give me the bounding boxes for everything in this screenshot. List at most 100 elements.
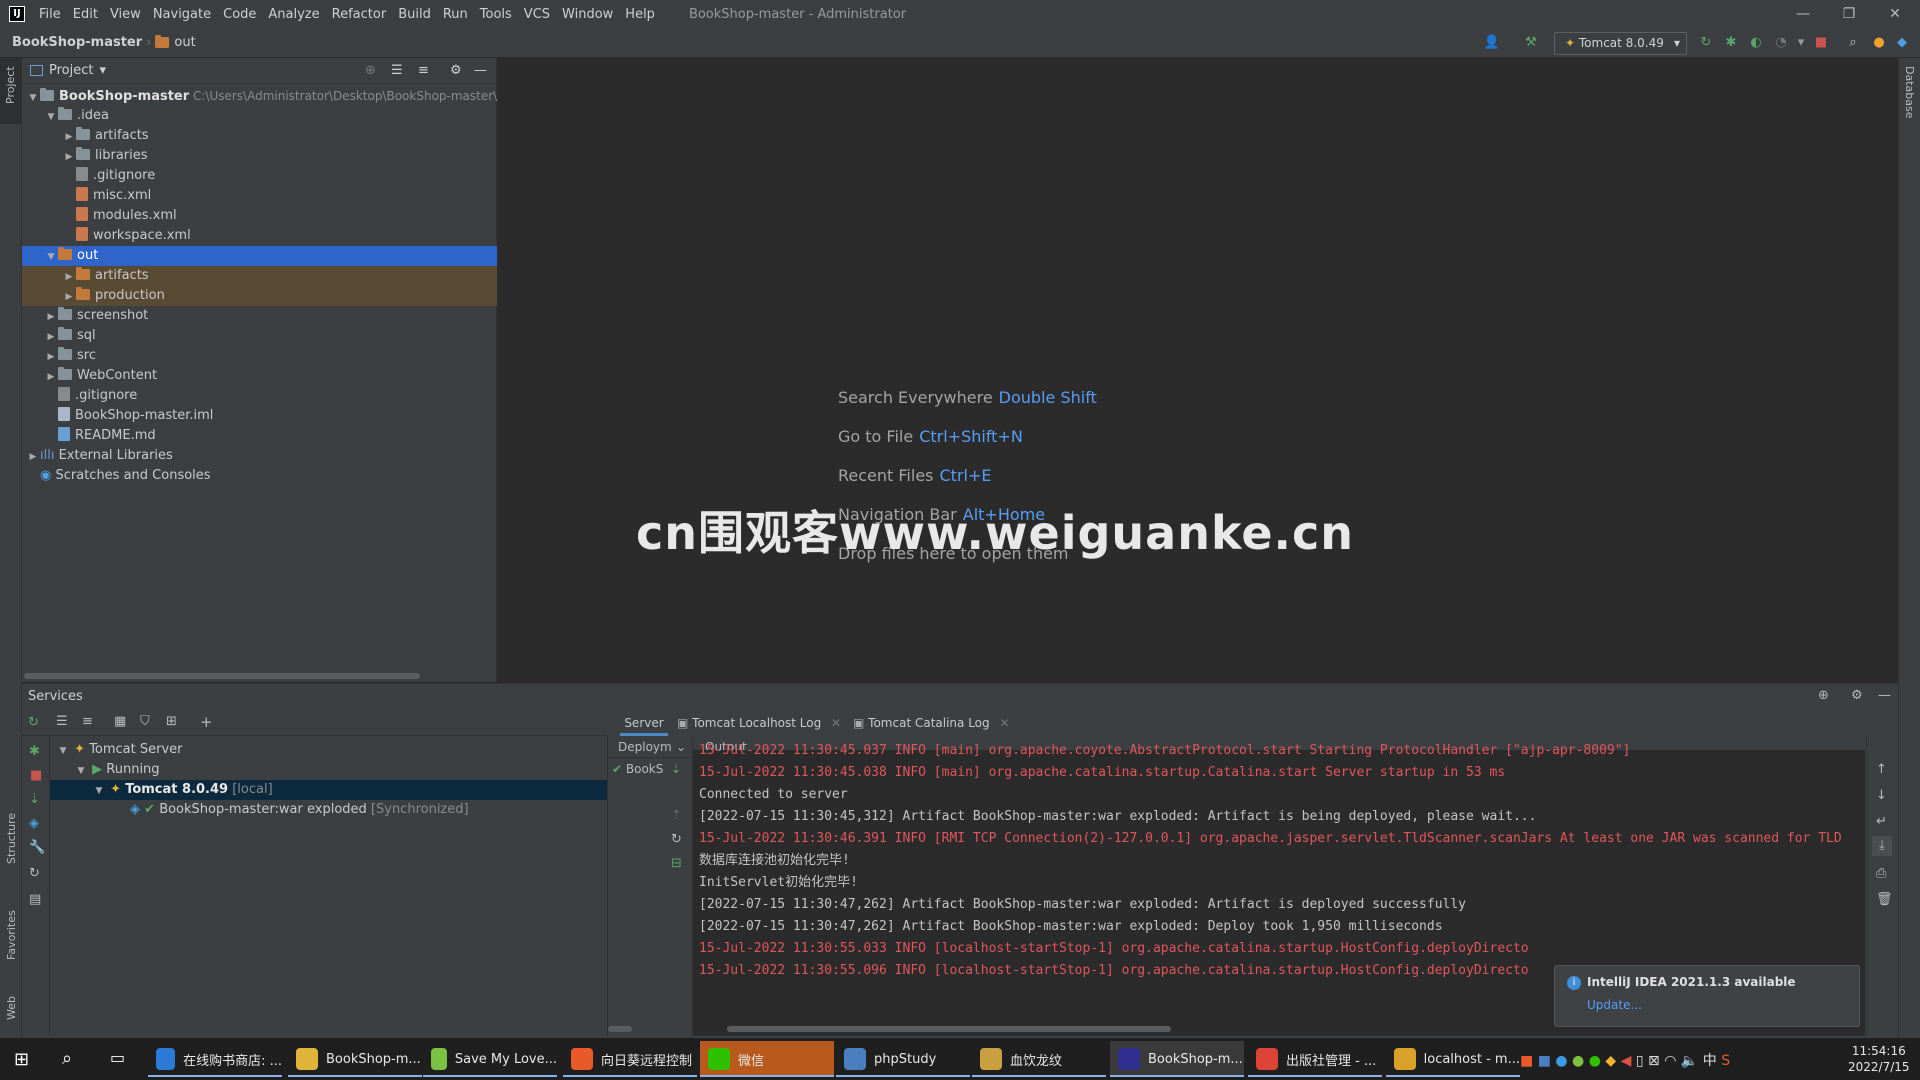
tree-item-tomcat-server[interactable]: ▼ ✦ Tomcat Server <box>50 740 607 760</box>
run-configuration-select[interactable]: ✦ Tomcat 8.0.49 ▾ <box>1554 32 1687 55</box>
tab-localhost-log[interactable]: ▣ Tomcat Localhost Log ✕ <box>677 710 841 736</box>
taskbar-app-button[interactable]: BookShop-m... <box>1110 1041 1244 1077</box>
hide-panel-icon[interactable]: — <box>1878 688 1891 703</box>
chevron-right-icon[interactable]: ▶ <box>26 447 40 467</box>
menu-navigate[interactable]: Navigate <box>147 7 217 22</box>
update-app-icon[interactable]: ⊟ <box>671 856 682 871</box>
breadcrumb-project[interactable]: BookShop-master <box>12 35 142 50</box>
chevron-down-icon[interactable]: ▼ <box>26 88 40 108</box>
project-tree-item[interactable]: .gitignore <box>22 166 497 186</box>
rerun-icon[interactable]: ↻ <box>28 715 39 730</box>
tab-catalina-log[interactable]: ▣ Tomcat Catalina Log ✕ <box>853 710 1010 736</box>
menu-build[interactable]: Build <box>392 7 437 22</box>
project-tree-item[interactable]: ▶ src <box>22 346 497 366</box>
taskbar-app-button[interactable]: Save My Love... <box>423 1041 557 1077</box>
menu-analyze[interactable]: Analyze <box>262 7 325 22</box>
expand-all-icon[interactable]: ☰ <box>391 63 403 78</box>
tray-app-icon[interactable]: ◀ <box>1621 1053 1632 1069</box>
horizontal-scrollbar[interactable] <box>727 1026 1171 1032</box>
taskbar-app-button[interactable]: 出版社管理 - ... <box>1248 1041 1382 1077</box>
tray-app-icon[interactable]: ⊠ <box>1648 1053 1660 1069</box>
project-tree-item[interactable]: ▼ .idea <box>22 106 497 126</box>
chevron-right-icon[interactable]: ▶ <box>44 307 58 327</box>
minimize-icon[interactable]: — <box>1780 0 1826 28</box>
menu-help[interactable]: Help <box>619 7 661 22</box>
user-icon[interactable]: 👤 <box>1483 34 1501 52</box>
database-tool-button[interactable]: Database <box>1903 66 1916 119</box>
breadcrumb-folder[interactable]: out <box>174 35 195 50</box>
search-icon[interactable]: ⌕ <box>1844 34 1862 52</box>
windows-start-icon[interactable]: ⊞ <box>14 1049 29 1070</box>
tray-shield-icon[interactable]: ◆ <box>1605 1053 1616 1069</box>
update-icon[interactable]: ● <box>1870 34 1888 52</box>
taskbar-app-button[interactable]: 血饮龙纹 <box>972 1041 1106 1077</box>
hide-panel-icon[interactable]: — <box>474 63 487 78</box>
locate-icon[interactable]: ⊕ <box>365 63 376 78</box>
more-run-icon[interactable]: ▾ <box>1792 34 1810 52</box>
tray-usb-icon[interactable]: ▯ <box>1636 1053 1644 1069</box>
tree-item-artifact[interactable]: ◈ ✔ BookShop-master:war exploded [Synchr… <box>50 800 607 820</box>
wifi-icon[interactable]: ◠ <box>1664 1053 1676 1069</box>
menu-window[interactable]: Window <box>556 7 619 22</box>
add-icon[interactable]: + <box>200 713 213 731</box>
arrow-down-icon[interactable]: ↓ <box>1876 788 1887 803</box>
wrench-icon[interactable]: 🔧 <box>29 840 45 855</box>
chevron-right-icon[interactable]: ▶ <box>62 267 76 287</box>
project-tree-item[interactable]: ▼ out <box>22 246 497 266</box>
close-icon[interactable]: ✕ <box>1872 0 1918 28</box>
menu-file[interactable]: File <box>33 7 67 22</box>
menu-tools[interactable]: Tools <box>474 7 518 22</box>
rerun-icon[interactable]: ↻ <box>1697 34 1715 52</box>
filter-icon[interactable]: ⛉ <box>140 714 150 729</box>
favorites-tool-button[interactable]: Favorites <box>5 910 18 960</box>
soft-wrap-icon[interactable]: ↵ <box>1876 814 1887 829</box>
deploy-icon[interactable]: ⇣ <box>671 758 681 780</box>
web-tool-button[interactable]: Web <box>5 996 18 1020</box>
refresh-icon[interactable]: ↻ <box>671 832 682 847</box>
profile-icon[interactable]: ◔ <box>1772 34 1790 52</box>
search-icon[interactable]: ⌕ <box>62 1048 72 1069</box>
project-tree-item[interactable]: ▶ artifacts <box>22 266 497 286</box>
taskbar-app-button[interactable]: phpStudy <box>836 1041 970 1077</box>
ime-indicator[interactable]: 中 <box>1703 1053 1717 1069</box>
project-tree-item[interactable]: ▶ ıllı External Libraries <box>22 446 497 466</box>
project-tree-item[interactable]: .gitignore <box>22 386 497 406</box>
tray-app-icon[interactable]: ● <box>1572 1053 1584 1069</box>
collapse-all-icon[interactable]: ≡ <box>82 714 93 729</box>
project-tree-item[interactable]: ▶ production <box>22 286 497 306</box>
taskbar-app-button[interactable]: BookShop-m... <box>288 1041 422 1077</box>
menu-run[interactable]: Run <box>437 7 474 22</box>
chevron-right-icon[interactable]: ▶ <box>44 367 58 387</box>
build-hammer-icon[interactable]: ⚒ <box>1522 34 1540 52</box>
menu-view[interactable]: View <box>104 7 147 22</box>
coverage-icon[interactable]: ◐ <box>1747 34 1765 52</box>
new-service-icon[interactable]: ⊞ <box>166 714 177 729</box>
tray-wechat-icon[interactable]: ● <box>1589 1053 1601 1069</box>
chevron-right-icon[interactable]: ▶ <box>44 327 58 347</box>
tab-server[interactable]: Server <box>620 710 668 736</box>
project-tree-item[interactable]: ▶ WebContent <box>22 366 497 386</box>
artifact-icon[interactable]: ◈ <box>29 816 39 831</box>
project-tree-item[interactable]: ◉ Scratches and Consoles <box>22 466 497 486</box>
project-view-select[interactable]: Project <box>49 63 93 78</box>
chevron-down-icon[interactable]: ▼ <box>44 247 58 267</box>
taskbar-app-button[interactable]: 微信 <box>700 1041 834 1077</box>
chevron-down-icon[interactable]: ▾ <box>99 63 106 78</box>
menu-vcs[interactable]: VCS <box>518 7 556 22</box>
gear-icon[interactable]: ⚙ <box>1851 688 1863 703</box>
update-link[interactable]: Update... <box>1587 998 1642 1012</box>
refresh-icon[interactable]: ↻ <box>29 866 40 881</box>
tray-app-icon[interactable]: ■ <box>1520 1053 1533 1069</box>
project-tree-item[interactable]: ▶ libraries <box>22 146 497 166</box>
project-tool-window-button[interactable]: Project <box>0 58 22 124</box>
stop-icon[interactable]: ■ <box>30 768 42 783</box>
taskbar-app-button[interactable]: 向日葵远程控制 <box>563 1041 697 1077</box>
layout-icon[interactable]: ▤ <box>29 892 41 907</box>
horizontal-scrollbar[interactable] <box>608 1026 632 1032</box>
tree-item-tomcat-instance[interactable]: ▼ ✦ Tomcat 8.0.49 [local] <box>50 780 607 800</box>
taskbar-app-button[interactable]: 在线购书商店: ... <box>148 1041 282 1077</box>
stop-icon[interactable]: ■ <box>1812 34 1830 52</box>
arrow-up-icon[interactable]: ↑ <box>1876 762 1887 777</box>
taskbar-app-button[interactable]: localhost - m... <box>1386 1041 1520 1077</box>
expand-all-icon[interactable]: ☰ <box>56 714 68 729</box>
